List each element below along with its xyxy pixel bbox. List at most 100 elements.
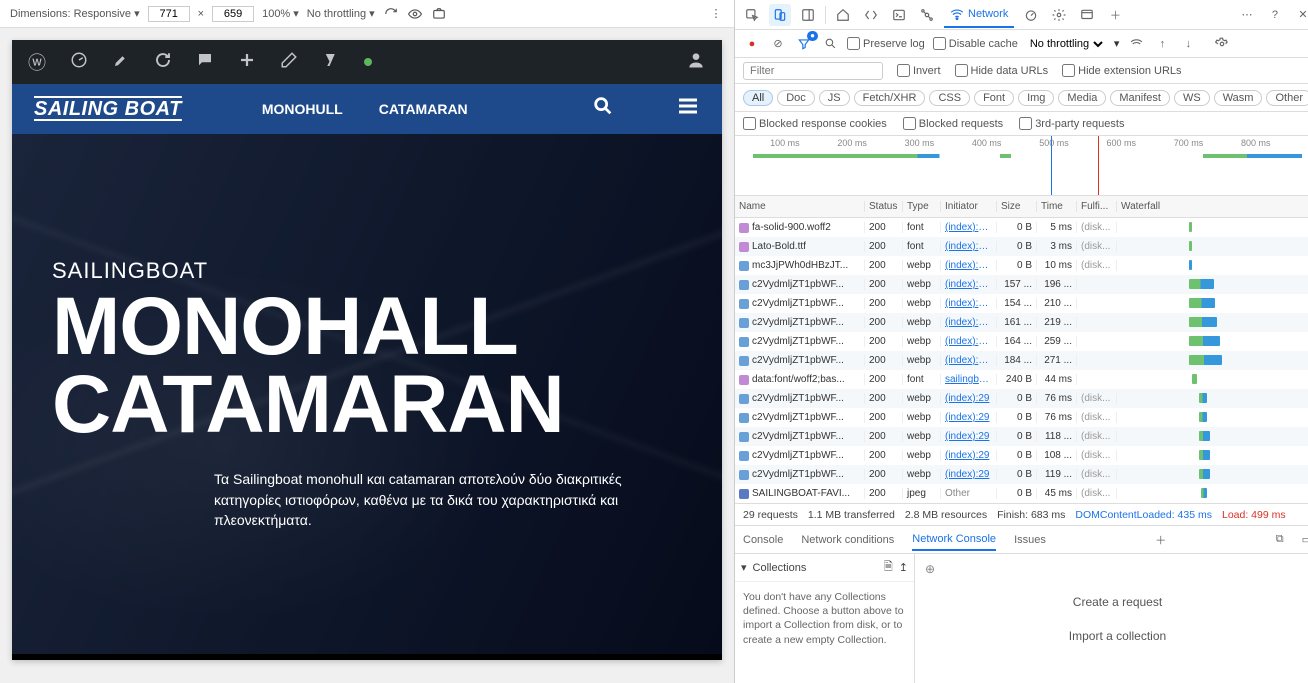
column-header[interactable]: Time <box>1037 201 1077 212</box>
performance-tab-icon[interactable] <box>1020 4 1042 26</box>
disable-cache-checkbox[interactable]: Disable cache <box>933 37 1018 50</box>
type-pill-other[interactable]: Other <box>1266 90 1308 106</box>
type-pill-img[interactable]: Img <box>1018 90 1054 106</box>
search-icon[interactable] <box>592 95 614 123</box>
column-header[interactable]: Type <box>903 201 941 212</box>
request-row[interactable]: c2VydmljZT1pbWF...200webp(index):12...16… <box>735 332 1308 351</box>
drawer-tab-network-console[interactable]: Network Console <box>912 529 996 551</box>
request-row[interactable]: c2VydmljZT1pbWF...200webp(index):12...18… <box>735 351 1308 370</box>
column-header[interactable]: Fulfi... <box>1077 201 1117 212</box>
clear-icon[interactable]: ⊘ <box>769 35 787 53</box>
drawer-tab-issues[interactable]: Issues <box>1014 530 1046 550</box>
device-toggle-icon[interactable] <box>769 4 791 26</box>
screenshot-icon[interactable] <box>431 6 447 22</box>
customize-icon[interactable] <box>112 51 130 74</box>
comments-icon[interactable] <box>196 51 214 74</box>
dock-icon[interactable] <box>797 4 819 26</box>
network-conditions-icon[interactable] <box>1127 35 1145 53</box>
type-pill-doc[interactable]: Doc <box>777 90 815 106</box>
zoom-select[interactable]: 100% ▾ <box>262 7 299 20</box>
user-avatar-icon[interactable] <box>686 50 706 75</box>
request-row[interactable]: c2VydmljZT1pbWF...200webp(index):12...15… <box>735 294 1308 313</box>
initiator-link[interactable]: (index):12... <box>941 279 997 290</box>
network-tab[interactable]: Network <box>944 2 1014 28</box>
column-header[interactable]: Size <box>997 201 1037 212</box>
type-pill-all[interactable]: All <box>743 90 773 106</box>
nav-monohull[interactable]: MONOHULL <box>262 101 343 117</box>
network-throttle-select[interactable]: No throttling <box>1026 37 1106 51</box>
request-row[interactable]: Lato-Bold.ttf200font(index):12...0 B3 ms… <box>735 237 1308 256</box>
updates-icon[interactable] <box>154 51 172 74</box>
rotate-icon[interactable] <box>383 6 399 22</box>
invert-checkbox[interactable]: Invert <box>897 64 941 77</box>
filter-toggle-icon[interactable]: ● <box>795 35 813 53</box>
initiator-link[interactable]: (index):12... <box>941 336 997 347</box>
elements-tab-icon[interactable] <box>860 4 882 26</box>
wordpress-icon[interactable]: ⓦ <box>28 49 46 75</box>
type-pill-media[interactable]: Media <box>1058 90 1106 106</box>
import-collection-link[interactable]: Import a collection <box>1069 629 1166 643</box>
blocked-requests-checkbox[interactable]: Blocked requests <box>903 117 1003 130</box>
create-request-link[interactable]: Create a request <box>1073 595 1162 609</box>
welcome-tab-icon[interactable] <box>832 4 854 26</box>
drawer-expand-icon[interactable]: ▭ <box>1302 533 1308 546</box>
collections-header[interactable]: ▾Collections 🗎 ↥ <box>735 554 914 582</box>
request-row[interactable]: c2VydmljZT1pbWF...200webp(index):290 B76… <box>735 389 1308 408</box>
add-drawer-tab-icon[interactable]: ＋ <box>1155 532 1166 548</box>
type-pill-manifest[interactable]: Manifest <box>1110 90 1170 106</box>
eye-icon[interactable] <box>407 6 423 22</box>
request-row[interactable]: c2VydmljZT1pbWF...200webp(index):290 B76… <box>735 408 1308 427</box>
initiator-link[interactable]: (index):12... <box>941 241 997 252</box>
nav-catamaran[interactable]: CATAMARAN <box>379 101 468 117</box>
request-row[interactable]: data:font/woff2;bas...200fontsailingbo..… <box>735 370 1308 389</box>
new-icon[interactable] <box>238 51 256 74</box>
inspect-icon[interactable] <box>741 4 763 26</box>
request-row[interactable]: c2VydmljZT1pbWF...200webp(index):12...15… <box>735 275 1308 294</box>
hide-data-urls-checkbox[interactable]: Hide data URLs <box>955 64 1049 77</box>
blocked-cookies-checkbox[interactable]: Blocked response cookies <box>743 117 887 130</box>
help-icon[interactable]: ? <box>1264 4 1286 26</box>
initiator-link[interactable]: (index):12... <box>941 260 997 271</box>
sources-tab-icon[interactable] <box>916 4 938 26</box>
type-pill-fetchxhr[interactable]: Fetch/XHR <box>854 90 926 106</box>
settings-icon[interactable] <box>1213 35 1231 53</box>
upload-icon[interactable]: ↥ <box>899 561 908 574</box>
request-row[interactable]: c2VydmljZT1pbWF...200webp(index):290 B11… <box>735 427 1308 446</box>
drawer-tab-network-conditions[interactable]: Network conditions <box>801 530 894 550</box>
drawer-dock-icon[interactable]: ⧉ <box>1276 533 1284 546</box>
type-pill-font[interactable]: Font <box>974 90 1014 106</box>
initiator-link[interactable]: sailingbo... <box>941 374 997 385</box>
preserve-log-checkbox[interactable]: Preserve log <box>847 37 925 50</box>
request-row[interactable]: fa-solid-900.woff2200font(index):12...0 … <box>735 218 1308 237</box>
request-row[interactable]: c2VydmljZT1pbWF...200webp(index):12...16… <box>735 313 1308 332</box>
console-tab-icon[interactable] <box>888 4 910 26</box>
initiator-link[interactable]: (index):12... <box>941 317 997 328</box>
new-file-icon[interactable]: 🗎 <box>884 558 893 577</box>
request-row[interactable]: mc3JjPWh0dHBzJT...200webp(index):12...0 … <box>735 256 1308 275</box>
close-devtools-icon[interactable]: ✕ <box>1292 4 1308 26</box>
initiator-link[interactable]: (index):29 <box>941 450 997 461</box>
initiator-link[interactable]: (index):12... <box>941 222 997 233</box>
device-throttle-select[interactable]: No throttling ▾ <box>307 7 375 20</box>
add-tab-icon[interactable]: ＋ <box>1104 4 1126 26</box>
type-pill-css[interactable]: CSS <box>929 90 970 106</box>
import-har-icon[interactable]: ↑ <box>1153 35 1171 53</box>
hide-extension-urls-checkbox[interactable]: Hide extension URLs <box>1062 64 1181 77</box>
type-pill-wasm[interactable]: Wasm <box>1214 90 1263 106</box>
memory-tab-icon[interactable] <box>1048 4 1070 26</box>
viewport-height-input[interactable] <box>212 6 254 22</box>
column-header[interactable]: Status <box>865 201 903 212</box>
filter-input[interactable] <box>743 62 883 80</box>
new-request-icon[interactable]: ⊕ <box>925 562 935 576</box>
viewport-width-input[interactable] <box>148 6 190 22</box>
initiator-link[interactable]: (index):29 <box>941 393 997 404</box>
more-icon[interactable]: ⋮ <box>708 6 724 22</box>
initiator-link[interactable]: (index):29 <box>941 431 997 442</box>
export-har-icon[interactable]: ↓ <box>1179 35 1197 53</box>
search-icon[interactable] <box>821 35 839 53</box>
initiator-link[interactable]: (index):29 <box>941 469 997 480</box>
more-tools-icon[interactable]: ⋯ <box>1236 4 1258 26</box>
yoast-icon[interactable] <box>322 51 340 74</box>
type-pill-ws[interactable]: WS <box>1174 90 1210 106</box>
record-icon[interactable]: ● <box>743 35 761 53</box>
